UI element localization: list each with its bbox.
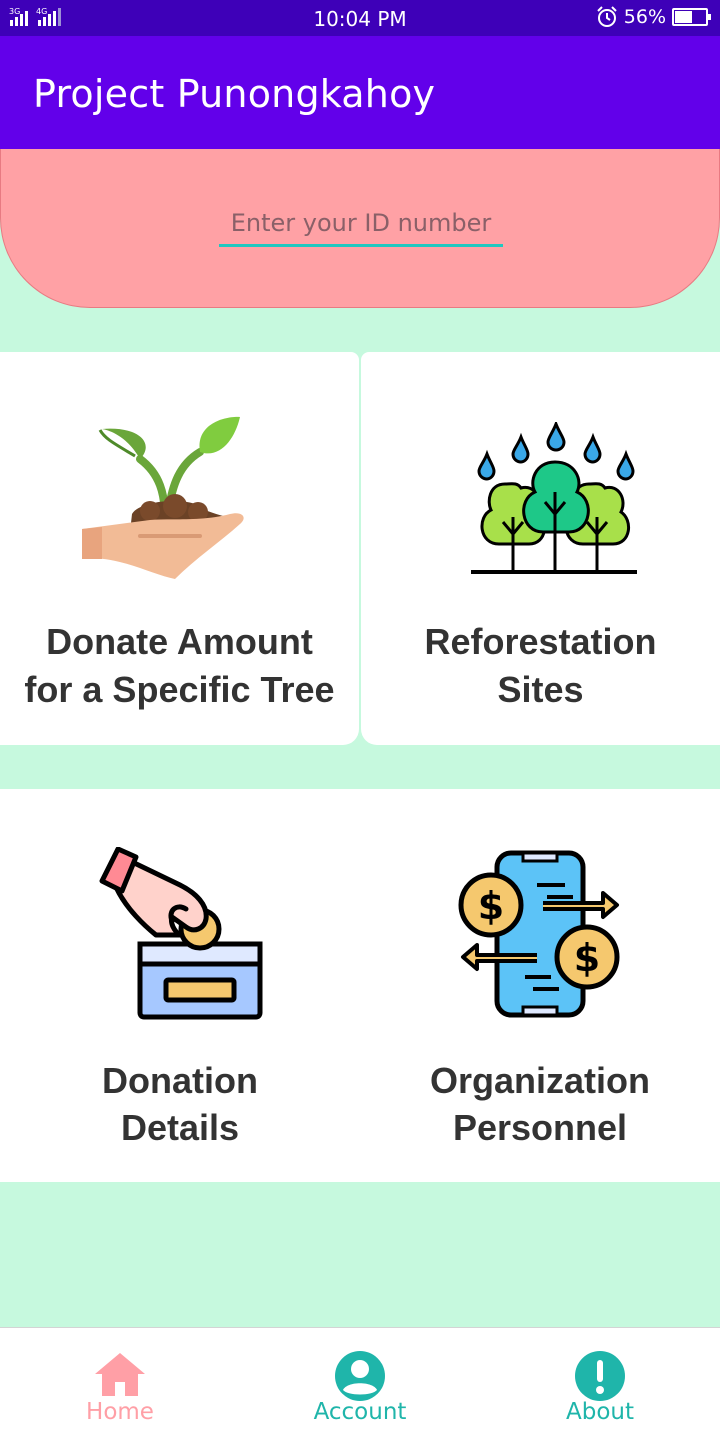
- nav-home-label: Home: [86, 1399, 154, 1425]
- donation-details-card[interactable]: Donation Details: [0, 789, 360, 1182]
- donation-details-label-1: Donation: [102, 1060, 258, 1101]
- account-icon: [335, 1351, 385, 1401]
- donate-tree-label-2: for a Specific Tree: [24, 669, 335, 710]
- donation-details-label-2: Details: [120, 1107, 240, 1148]
- donate-tree-label-1: Donate Amount: [46, 621, 313, 662]
- trees-rain-icon: [471, 422, 637, 574]
- home-icon: [95, 1353, 145, 1396]
- reforestation-label-2: Sites: [497, 669, 584, 710]
- nav-account[interactable]: Account: [240, 1328, 480, 1440]
- donate-tree-card[interactable]: Donate Amount for a Specific Tree: [0, 352, 359, 745]
- alarm-icon: [597, 6, 617, 27]
- id-panel: [0, 149, 720, 308]
- svg-text:$: $: [478, 884, 504, 928]
- phone-money-icon: $ $: [458, 850, 620, 1018]
- status-right: 56%: [596, 6, 711, 28]
- nav-home[interactable]: Home: [0, 1328, 240, 1440]
- sapling-hand-icon: [82, 416, 244, 579]
- nav-about-label: About: [565, 1399, 634, 1425]
- personnel-label-2: Personnel: [452, 1107, 628, 1148]
- nav-about[interactable]: About: [480, 1328, 720, 1440]
- personnel-label-1: Organization: [429, 1060, 650, 1101]
- coin-box-icon: [99, 847, 263, 1020]
- reforestation-sites-card[interactable]: Reforestation Sites: [361, 352, 720, 745]
- reforestation-label-1: Reforestation: [424, 621, 657, 662]
- id-number-input[interactable]: [219, 201, 503, 247]
- battery-level: [675, 11, 692, 23]
- app-title: Project Punongkahoy: [33, 72, 436, 116]
- organization-personnel-card[interactable]: $ $ Organization Personnel: [360, 789, 720, 1182]
- svg-text:$: $: [574, 936, 600, 980]
- status-bar: 3G 4G 10:04 PM 56%: [0, 0, 720, 36]
- battery-percent: 56%: [623, 6, 666, 28]
- app-bar: Project Punongkahoy: [0, 36, 720, 149]
- bottom-nav: Home Account About: [0, 1327, 720, 1440]
- info-icon: [575, 1351, 625, 1401]
- battery-icon: [672, 8, 711, 26]
- nav-account-label: Account: [313, 1399, 407, 1425]
